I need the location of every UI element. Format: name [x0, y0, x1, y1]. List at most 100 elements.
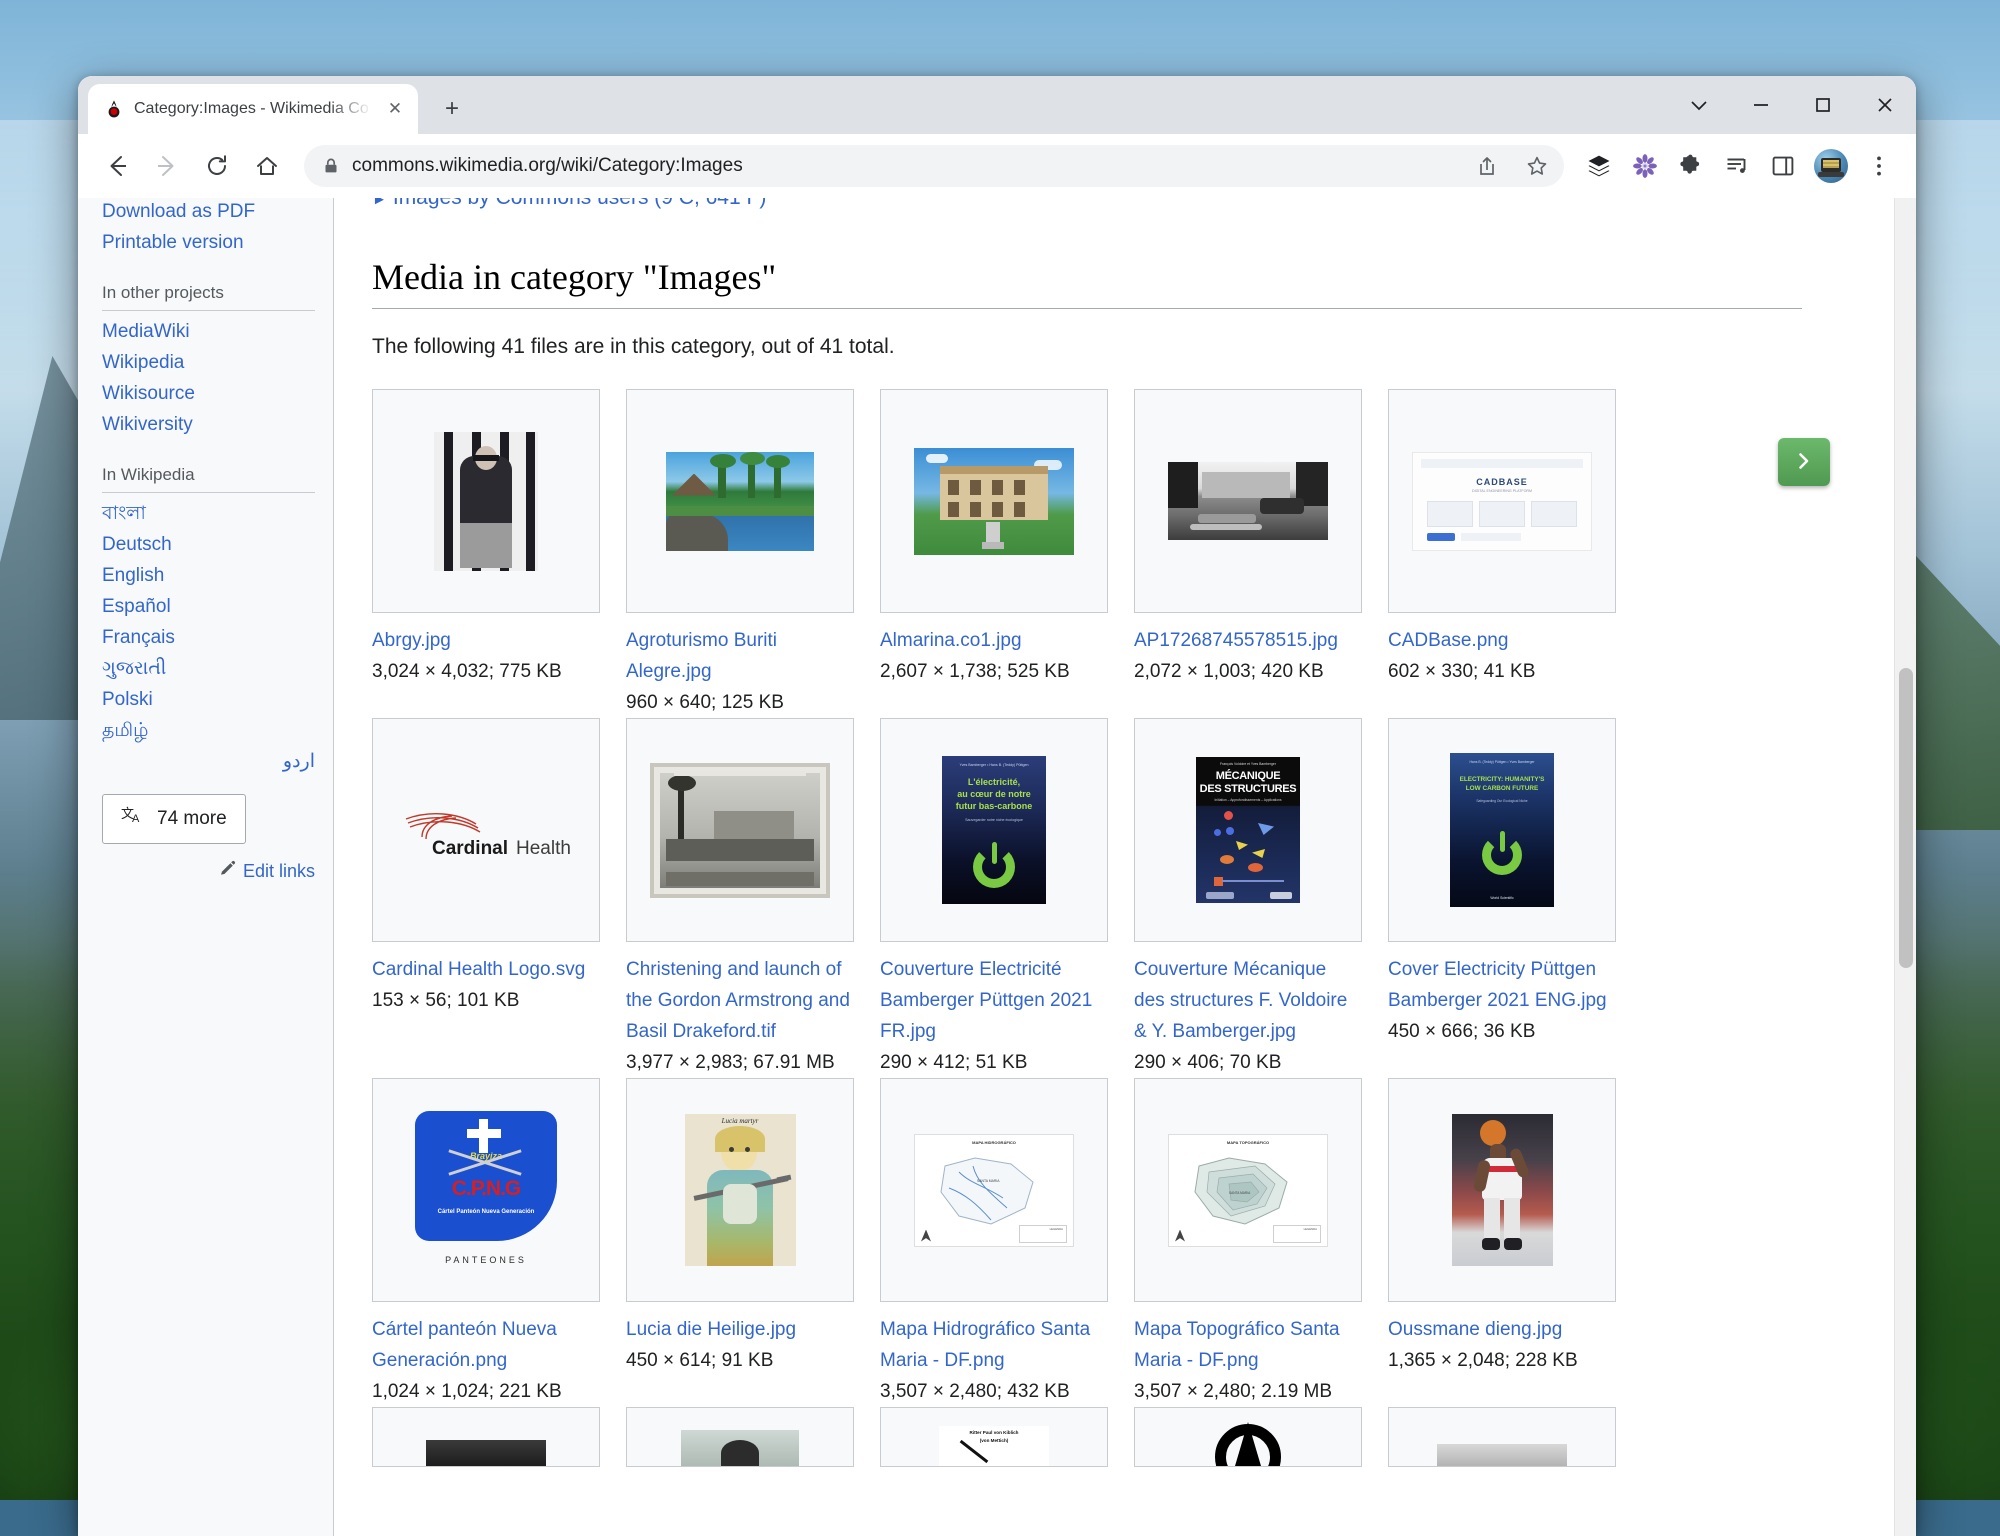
file-link[interactable]: Cover Electricity Püttgen Bamberger 2021…	[1388, 959, 1607, 1011]
browser-tab[interactable]: Category:Images - Wikimedia Co ✕	[88, 84, 418, 134]
thumbnail-box[interactable]	[626, 389, 854, 613]
gallery-item: Almarina.co1.jpg 2,607 × 1,738; 525 KB	[880, 389, 1108, 718]
sidebar-lang-gu[interactable]: ગુજરાતી	[102, 654, 315, 683]
file-meta: 450 × 666; 36 KB	[1388, 1021, 1535, 1042]
file-link[interactable]: Mapa Hidrográfico Santa Maria - DF.png	[880, 1319, 1090, 1371]
url-text: commons.wikimedia.org/wiki/Category:Imag…	[352, 155, 1456, 177]
file-link[interactable]: AP17268745578515.jpg	[1134, 630, 1338, 651]
layers-icon[interactable]	[1578, 145, 1620, 187]
sidebar-lang-es[interactable]: Español	[102, 592, 315, 621]
file-link[interactable]: Abrgy.jpg	[372, 630, 451, 651]
share-icon[interactable]	[1468, 147, 1506, 185]
media-playlist-icon[interactable]	[1716, 145, 1758, 187]
thumbnail-box[interactable]: MAPA TOPOGRÁFICO SANTA MARIA LEGENDA	[1134, 1078, 1362, 1302]
file-link[interactable]: CADBase.png	[1388, 630, 1508, 651]
profile-avatar[interactable]	[1814, 149, 1848, 183]
expand-triangle-icon[interactable]: ►	[372, 198, 387, 208]
file-meta: 450 × 614; 91 KB	[626, 1350, 773, 1371]
file-meta: 290 × 412; 51 KB	[880, 1052, 1027, 1073]
browser-window: Category:Images - Wikimedia Co ✕ +	[78, 76, 1916, 1536]
thumbnail-box[interactable]	[626, 718, 854, 942]
maximize-button[interactable]	[1792, 76, 1854, 134]
file-link[interactable]: Christening and launch of the Gordon Arm…	[626, 959, 850, 1042]
gallery-item: François Voldoire et Yves Bamberger MÉCA…	[1134, 718, 1362, 1078]
sidebar-link-mediawiki[interactable]: MediaWiki	[102, 317, 315, 346]
new-tab-button[interactable]: +	[432, 89, 472, 129]
thumbnail-box[interactable]: Brayiza C.P.N.G Cártel Panteón Nueva Gen…	[372, 1078, 600, 1302]
address-bar[interactable]: commons.wikimedia.org/wiki/Category:Imag…	[304, 145, 1564, 187]
tab-strip: Category:Images - Wikimedia Co ✕ +	[78, 76, 1916, 134]
sidebar-link-wikisource[interactable]: Wikisource	[102, 379, 315, 408]
subcategory-line-clipped[interactable]: ►Images by Commons users (9 C, 641 F)	[372, 198, 766, 210]
thumbnail-box[interactable]: MAPA HIDROGRÁFICO SANTA MARIA LEGENDA	[880, 1078, 1108, 1302]
wikimedia-commons-favicon-icon	[104, 99, 124, 119]
partial-thumb-dark-photo	[426, 1440, 546, 1466]
page-scrollbar[interactable]	[1894, 198, 1916, 1536]
tab-close-icon[interactable]: ✕	[382, 96, 408, 122]
thumbnail-box[interactable]: François Voldoire et Yves Bamberger MÉCA…	[1134, 718, 1362, 942]
file-link[interactable]: Couverture Mécanique des structures F. V…	[1134, 959, 1347, 1042]
thumbnail-box[interactable]: Lucia martyr	[626, 1078, 854, 1302]
sidebar-lang-bn[interactable]: বাংলা	[102, 499, 315, 528]
file-link[interactable]: Cártel panteón Nueva Generación.png	[372, 1319, 557, 1371]
file-link[interactable]: Mapa Topográfico Santa Maria - DF.png	[1134, 1319, 1340, 1371]
thumbnail-box[interactable]	[1388, 1078, 1616, 1302]
thumbnail-box[interactable]: CADBASE DIGITAL ENGINEERING PLATFORM	[1388, 389, 1616, 613]
home-button[interactable]	[244, 143, 290, 189]
file-link[interactable]: Oussmane dieng.jpg	[1388, 1319, 1562, 1340]
chrome-menu-button[interactable]	[1858, 145, 1900, 187]
sidebar-lang-fr[interactable]: Français	[102, 623, 315, 652]
sidebar-link-wikiversity[interactable]: Wikiversity	[102, 410, 315, 439]
back-button[interactable]	[94, 143, 140, 189]
file-link[interactable]: Cardinal Health Logo.svg	[372, 959, 585, 980]
tab-search-icon[interactable]	[1668, 76, 1730, 134]
sidebar-link-download-pdf[interactable]: Download as PDF	[102, 198, 315, 226]
file-meta: 2,072 × 1,003; 420 KB	[1134, 661, 1324, 682]
thumbnail-box[interactable]: Hans B. (Teddy) Püttgen • Yves Bamberger…	[1388, 718, 1616, 942]
file-meta: 290 × 406; 70 KB	[1134, 1052, 1281, 1073]
file-meta: 153 × 56; 101 KB	[372, 990, 519, 1011]
sidebar-lang-de[interactable]: Deutsch	[102, 530, 315, 559]
sidebar-lang-ta[interactable]: தமிழ்	[102, 716, 315, 745]
gallery-item: MAPA TOPOGRÁFICO SANTA MARIA LEGENDA	[1134, 1078, 1362, 1407]
side-panel-icon[interactable]	[1762, 145, 1804, 187]
sidebar-lang-pl[interactable]: Polski	[102, 685, 315, 714]
forward-button[interactable]	[144, 143, 190, 189]
sidebar-lang-en[interactable]: English	[102, 561, 315, 590]
more-languages-button[interactable]: 文 A 74 more	[102, 794, 246, 844]
star-icon[interactable]	[1518, 147, 1556, 185]
thumbnail-box[interactable]	[372, 1407, 600, 1467]
flower-icon[interactable]	[1624, 145, 1666, 187]
translate-icon: 文 A	[121, 805, 145, 833]
thumbnail-box[interactable]	[626, 1407, 854, 1467]
gallery-item: Christening and launch of the Gordon Arm…	[626, 718, 854, 1078]
thumbnail-box[interactable]	[1388, 1407, 1616, 1467]
sidebar-lang-ur[interactable]: اردو	[102, 747, 315, 776]
sidebar-link-printable-version[interactable]: Printable version	[102, 228, 315, 257]
next-page-button[interactable]	[1778, 438, 1830, 486]
thumbnail-box[interactable]	[372, 389, 600, 613]
minimize-button[interactable]	[1730, 76, 1792, 134]
thumbnail-box[interactable]	[1134, 1407, 1362, 1467]
edit-links-button[interactable]: Edit links	[102, 860, 315, 882]
thumbnail-box[interactable]	[880, 389, 1108, 613]
file-meta: 1,024 × 1,024; 221 KB	[372, 1381, 562, 1402]
thumbnail-box[interactable]: Cardinal Health	[372, 718, 600, 942]
book-authors-fr: Yves Bamberger • Hans B. (Teddy) Püttgen	[942, 763, 1046, 767]
file-link[interactable]: Couverture Electricité Bamberger Püttgen…	[880, 959, 1092, 1042]
file-meta: 3,024 × 4,032; 775 KB	[372, 661, 562, 682]
puzzle-extensions-icon[interactable]	[1670, 145, 1712, 187]
thumbnail-box[interactable]: Yves Bamberger • Hans B. (Teddy) Püttgen…	[880, 718, 1108, 942]
cadbase-website-screenshot-thumb: CADBASE DIGITAL ENGINEERING PLATFORM	[1412, 452, 1592, 551]
file-link[interactable]: Lucia die Heilige.jpg	[626, 1319, 796, 1340]
file-meta: 3,977 × 2,983; 67.91 MB	[626, 1052, 835, 1073]
reload-button[interactable]	[194, 143, 240, 189]
sidebar-link-wikipedia[interactable]: Wikipedia	[102, 348, 315, 377]
file-link[interactable]: Almarina.co1.jpg	[880, 630, 1022, 651]
thumbnail-box[interactable]: Ritter Paul von Kiblich (von Mettich)	[880, 1407, 1108, 1467]
close-button[interactable]	[1854, 76, 1916, 134]
partial-thumb-grey-photo	[1437, 1444, 1567, 1466]
file-link[interactable]: Agroturismo Buriti Alegre.jpg	[626, 630, 777, 682]
thumbnail-box[interactable]	[1134, 389, 1362, 613]
scrollbar-thumb[interactable]	[1899, 668, 1913, 968]
